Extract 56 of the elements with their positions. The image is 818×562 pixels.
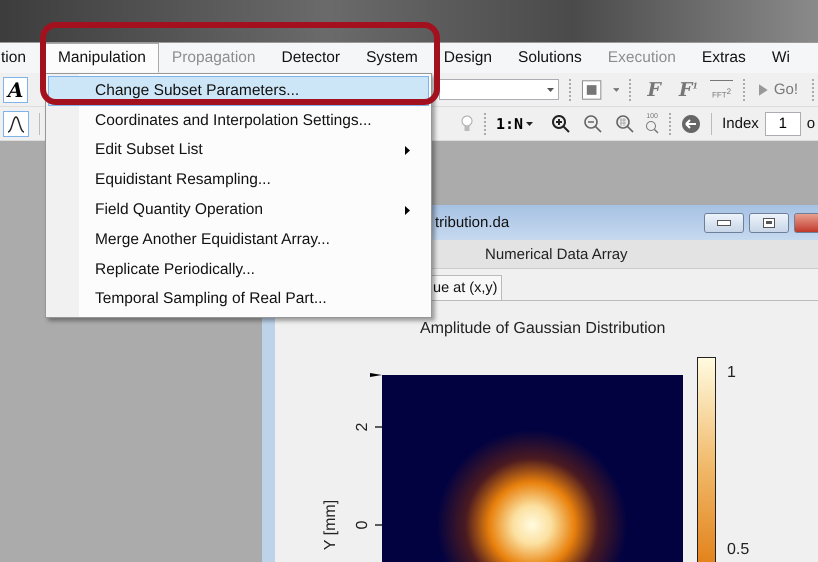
menu-item[interactable]: Edit Subset List [48,136,429,166]
header-title: Numerical Data Array [485,246,628,262]
go-button[interactable]: Go! [774,81,802,98]
menu-item[interactable]: tion [0,43,39,73]
maximize-button[interactable] [749,212,789,232]
caret-icon[interactable] [612,88,620,92]
menu-item[interactable]: Extras [688,43,759,73]
menu-item-label: Equidistant Resampling... [95,171,271,190]
y-tick-label: 0 [354,520,371,530]
ratio-dropdown[interactable]: 1:N [496,114,534,132]
menu-item-label: Edit Subset List [95,141,203,160]
tab[interactable]: ue at (x,y) [430,275,502,300]
menu-item-label: Merge Another Equidistant Array... [95,230,330,249]
gaussian-curve-button[interactable] [3,110,29,136]
menu-item-label: Temporal Sampling of Real Part... [95,290,327,308]
zoom-in-icon[interactable] [551,114,572,134]
play-icon [759,84,768,96]
menu-item[interactable]: Solutions [505,43,595,73]
menu-item-label: Change Subset Parameters... [95,82,300,100]
menu-item[interactable]: Equidistant Resampling... [48,165,429,196]
menu-item[interactable]: Merge Another Equidistant Array... [48,224,429,255]
stop-square-icon[interactable] [581,78,603,100]
bell-curve-icon [7,114,25,132]
menu-item-label: Replicate Periodically... [95,260,255,279]
minimize-button[interactable] [704,212,744,232]
zoom-out-icon[interactable] [583,114,604,134]
chart-title: Amplitude of Gaussian Distribution [420,320,666,339]
menu-item[interactable]: Design [430,43,506,73]
menu-item[interactable]: Field Quantity Operation [48,195,429,225]
menu-item[interactable]: System [353,43,431,73]
fourier-button[interactable]: F [641,78,667,100]
y-tick-label: 2 [354,422,371,432]
menu-item[interactable]: Replicate Periodically... [48,254,429,285]
window-title: tribution.da [435,214,510,231]
maximize-icon [763,218,775,228]
index-field[interactable]: 1 [764,112,801,136]
axis-corner-tick [370,373,382,377]
text-tool-button[interactable]: A [3,76,28,102]
zoom-grid-icon[interactable] [615,114,636,134]
fourier-button[interactable]: F$^{1}$ [672,78,704,100]
menu-item[interactable]: Coordinates and Interpolation Settings... [48,106,429,136]
y-axis-label: Y [mm] [322,500,339,550]
of-label: o [806,115,816,132]
magnifier-icon [645,120,660,134]
caret-icon [547,88,554,92]
colorbar-tick-label: 0.5 [727,541,750,558]
colorbar-tick-label: 1 [727,364,736,381]
minimize-icon [717,220,731,226]
menu-item[interactable]: Detector [268,43,354,73]
index-label: Index [722,115,759,132]
menu-item-label: Coordinates and Interpolation Settings... [95,112,372,130]
menu-item-label: Field Quantity Operation [95,201,264,220]
menu-item[interactable]: Temporal Sampling of Real Part... [48,284,429,314]
menu-item[interactable]: Wi [758,43,803,73]
menu-item[interactable]: Manipulation [45,43,159,73]
caret-icon [526,122,534,126]
